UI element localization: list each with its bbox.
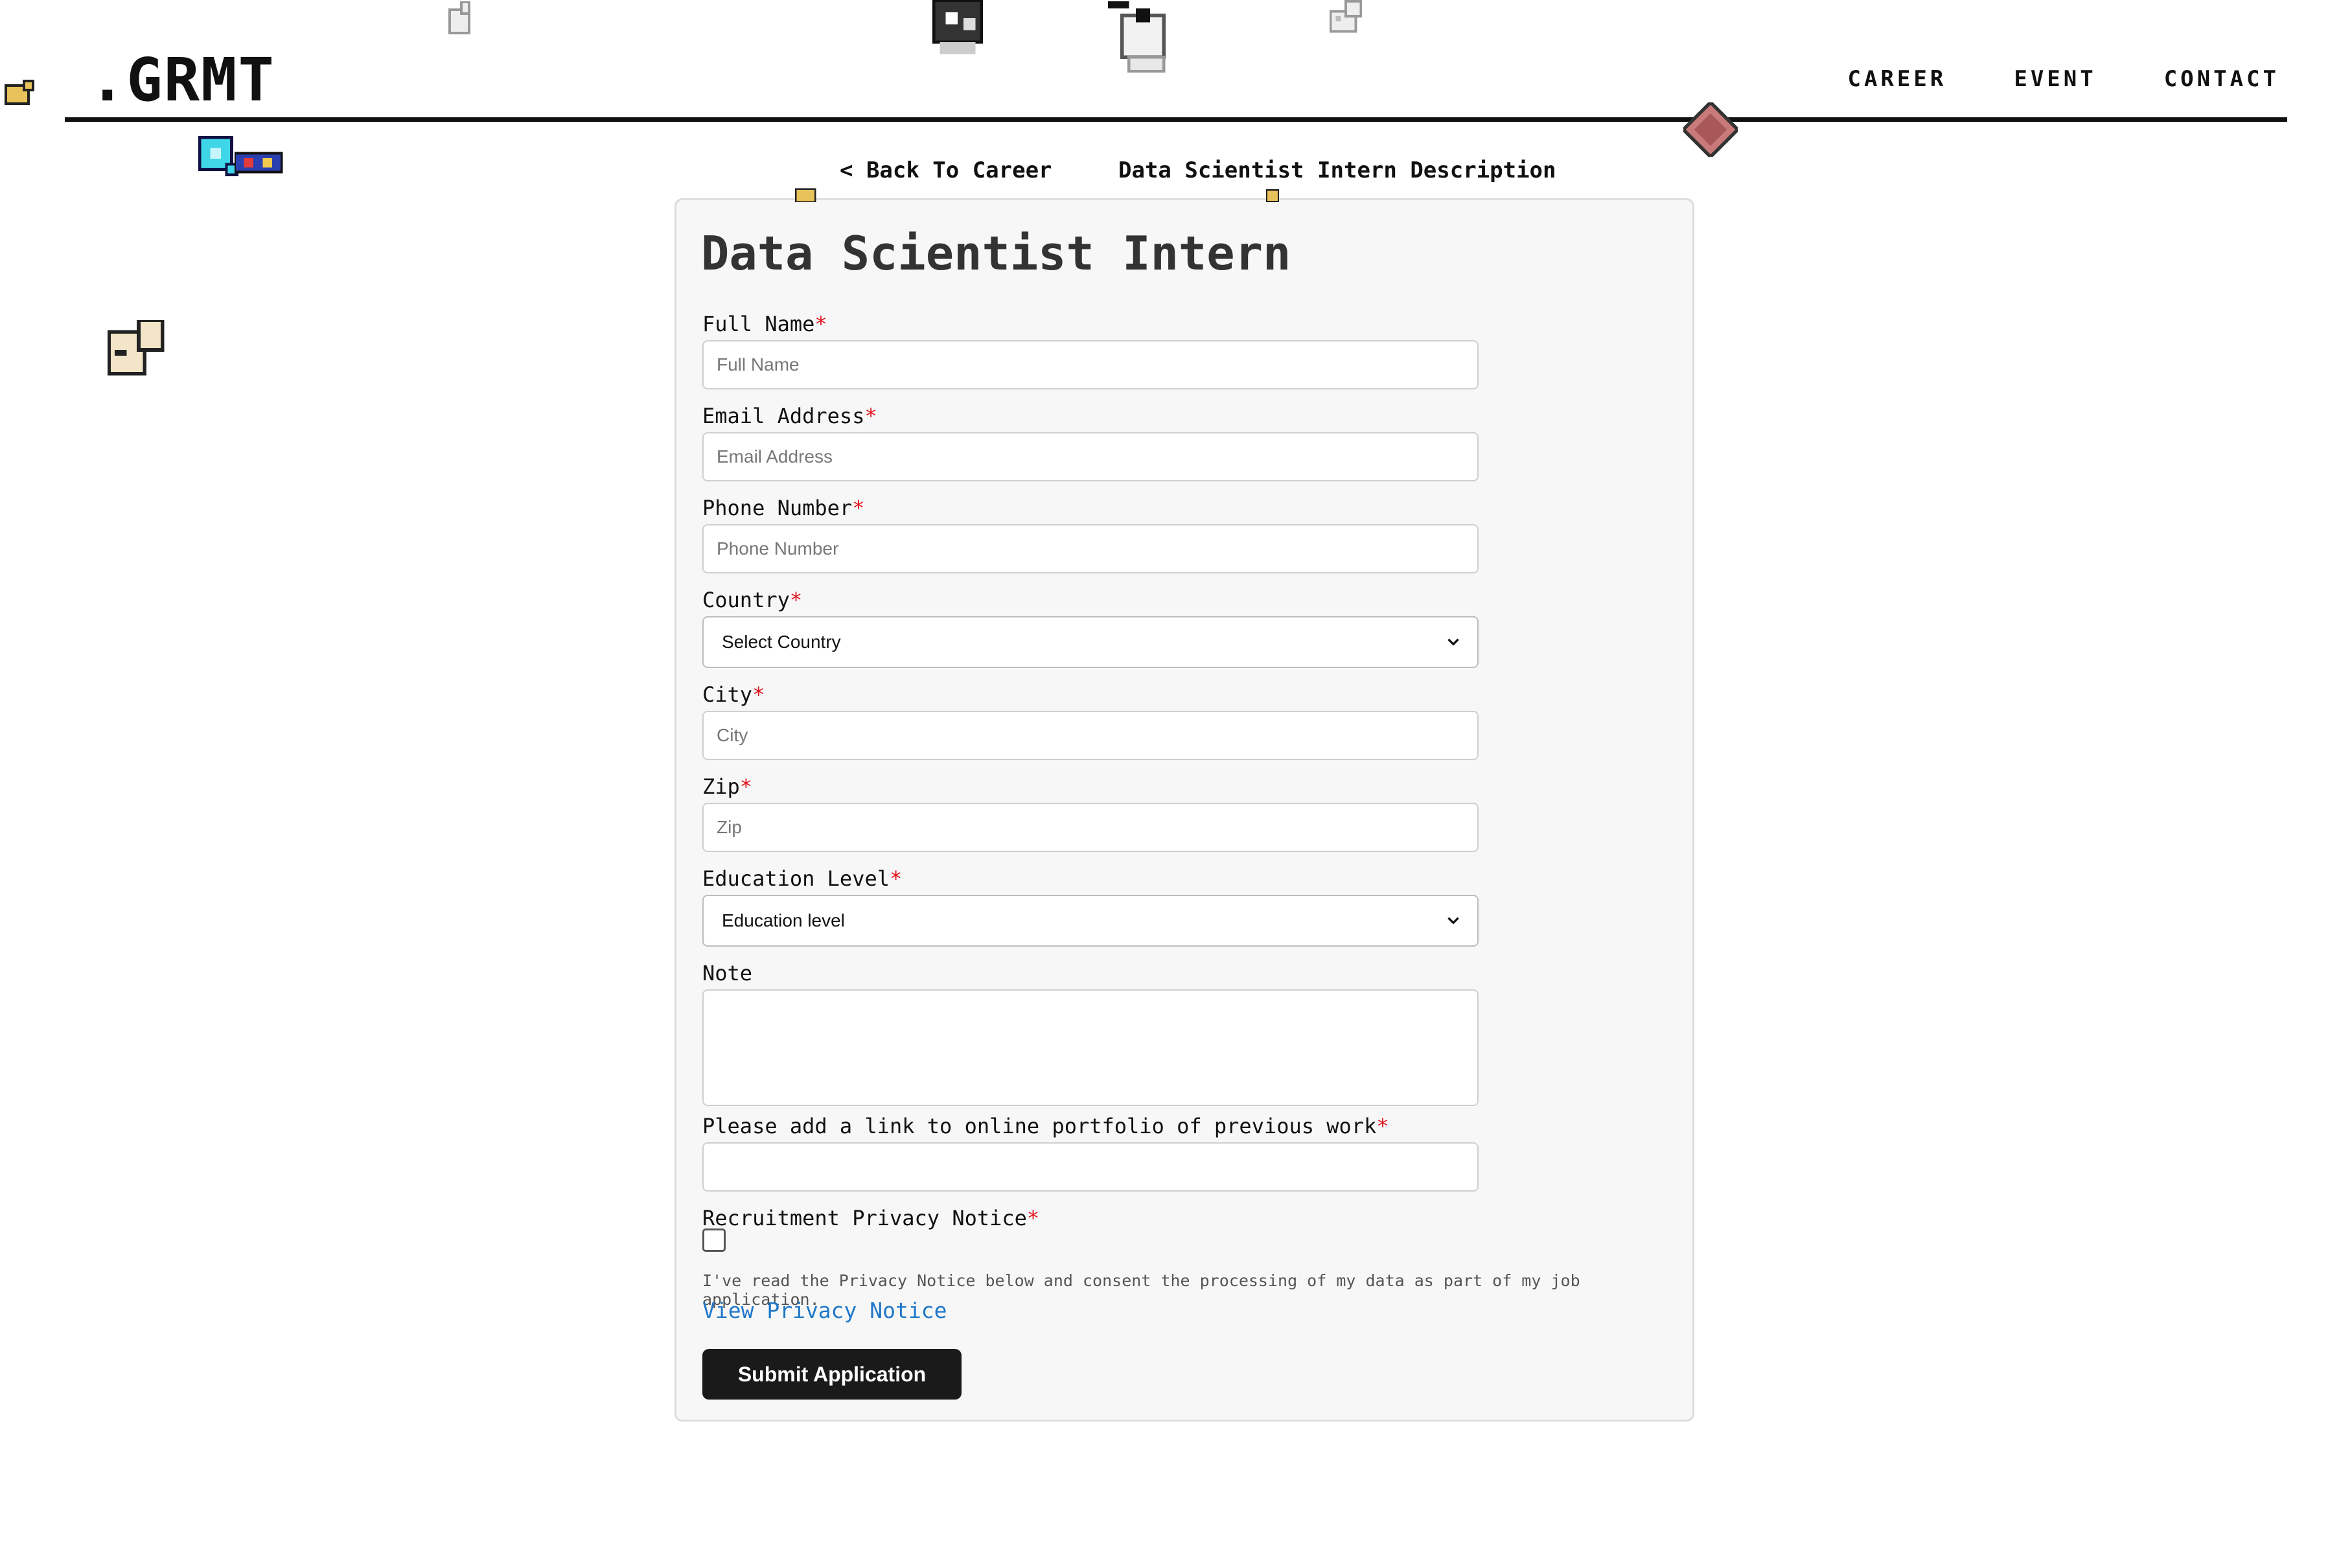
- chevron-down-icon: [1447, 917, 1459, 925]
- full-name-group: Full Name*: [702, 312, 1479, 389]
- pixel-sprite-icon: [448, 1, 470, 34]
- breadcrumb-current: Data Scientist Intern Description: [1118, 157, 1556, 183]
- back-to-career-link[interactable]: < Back To Career: [840, 157, 1052, 183]
- country-label: Country*: [702, 588, 803, 612]
- note-group: Note: [702, 961, 1479, 1106]
- city-input[interactable]: [702, 711, 1479, 760]
- pixel-sprite-icon: [1265, 189, 1280, 202]
- pixel-sprite-icon: [794, 188, 816, 202]
- chevron-down-icon: [1447, 638, 1459, 646]
- main-nav: CAREER EVENT CONTACT: [1848, 66, 2279, 92]
- nav-contact-link[interactable]: CONTACT: [2164, 66, 2279, 92]
- phone-label: Phone Number*: [702, 496, 865, 520]
- pixel-sprite-icon: [4, 79, 35, 106]
- pixel-sprite-icon: [108, 320, 165, 376]
- country-select[interactable]: Select Country: [702, 616, 1479, 668]
- education-group: Education Level* Education level: [702, 866, 1479, 947]
- privacy-label: Recruitment Privacy Notice*: [702, 1206, 1040, 1230]
- pixel-sprite-icon: [235, 152, 283, 174]
- email-label: Email Address*: [702, 404, 877, 428]
- pixel-sprite-icon: [1683, 102, 1738, 157]
- zip-input[interactable]: [702, 803, 1479, 852]
- privacy-checkbox[interactable]: [702, 1228, 726, 1252]
- phone-group: Phone Number*: [702, 496, 1479, 573]
- city-label: City*: [702, 682, 765, 707]
- zip-label: Zip*: [702, 774, 753, 799]
- submit-application-button[interactable]: Submit Application: [702, 1349, 962, 1400]
- education-select-value: Education level: [722, 910, 845, 930]
- pixel-sprite-icon: [1108, 1, 1166, 73]
- pixel-sprite-icon: [1329, 0, 1363, 33]
- full-name-label: Full Name*: [702, 312, 827, 336]
- nav-career-link[interactable]: CAREER: [1848, 66, 1947, 92]
- country-select-value: Select Country: [722, 632, 841, 652]
- form-title: Data Scientist Intern: [701, 226, 1291, 281]
- education-select[interactable]: Education level: [702, 895, 1479, 947]
- nav-event-link[interactable]: EVENT: [2014, 66, 2096, 92]
- full-name-input[interactable]: [702, 340, 1479, 389]
- site-logo[interactable]: .GRMT: [89, 45, 275, 115]
- portfolio-group: Please add a link to online portfolio of…: [702, 1114, 1479, 1192]
- pixel-sprite-icon: [932, 0, 984, 54]
- privacy-group: Recruitment Privacy Notice*: [702, 1206, 1479, 1234]
- city-group: City*: [702, 682, 1479, 760]
- portfolio-input[interactable]: [702, 1142, 1479, 1192]
- email-group: Email Address*: [702, 404, 1479, 481]
- application-form: Data Scientist Intern Full Name* Email A…: [674, 198, 1694, 1422]
- phone-input[interactable]: [702, 524, 1479, 573]
- email-input[interactable]: [702, 432, 1479, 481]
- header-divider: [65, 117, 2287, 122]
- education-label: Education Level*: [702, 866, 903, 891]
- country-group: Country* Select Country: [702, 588, 1479, 668]
- note-label: Note: [702, 961, 753, 986]
- zip-group: Zip*: [702, 774, 1479, 852]
- view-privacy-notice-link[interactable]: View Privacy Notice: [702, 1298, 947, 1323]
- portfolio-label: Please add a link to online portfolio of…: [702, 1114, 1389, 1138]
- note-textarea[interactable]: [702, 989, 1479, 1106]
